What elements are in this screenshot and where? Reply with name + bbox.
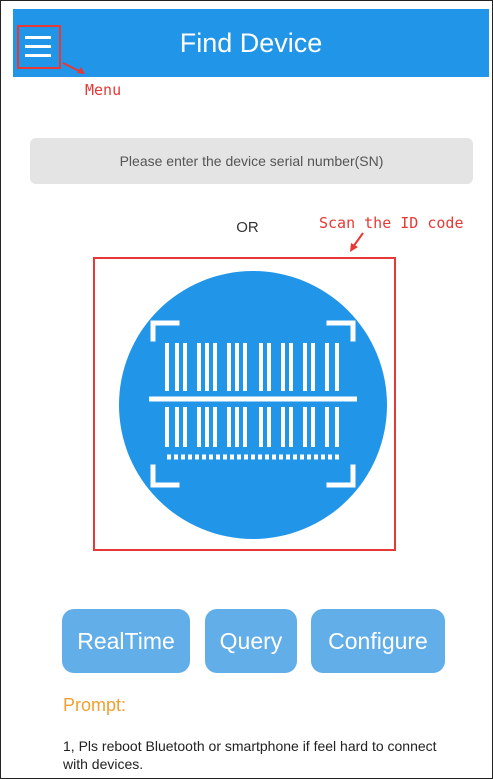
prompt-title: Prompt: [63, 695, 127, 715]
app-screen: Find Device Menu OR Scan the ID code [0, 0, 493, 779]
configure-button[interactable]: Configure [311, 609, 445, 673]
prompt-line-1: 1, Pls reboot Bluetooth or smartphone if… [63, 738, 437, 772]
menu-button[interactable] [17, 25, 61, 69]
scan-annotation-arrow [350, 232, 364, 252]
barcode-scan-icon [149, 320, 357, 488]
query-button[interactable]: Query [205, 609, 297, 673]
scan-annotation: Scan the ID code [319, 214, 464, 232]
scan-barcode-button[interactable] [119, 271, 387, 539]
hamburger-menu-icon [25, 36, 51, 57]
menu-annotation-arrow [62, 62, 85, 74]
realtime-button[interactable]: RealTime [62, 609, 190, 673]
menu-annotation: Menu [85, 81, 122, 99]
serial-number-input[interactable] [30, 138, 473, 184]
